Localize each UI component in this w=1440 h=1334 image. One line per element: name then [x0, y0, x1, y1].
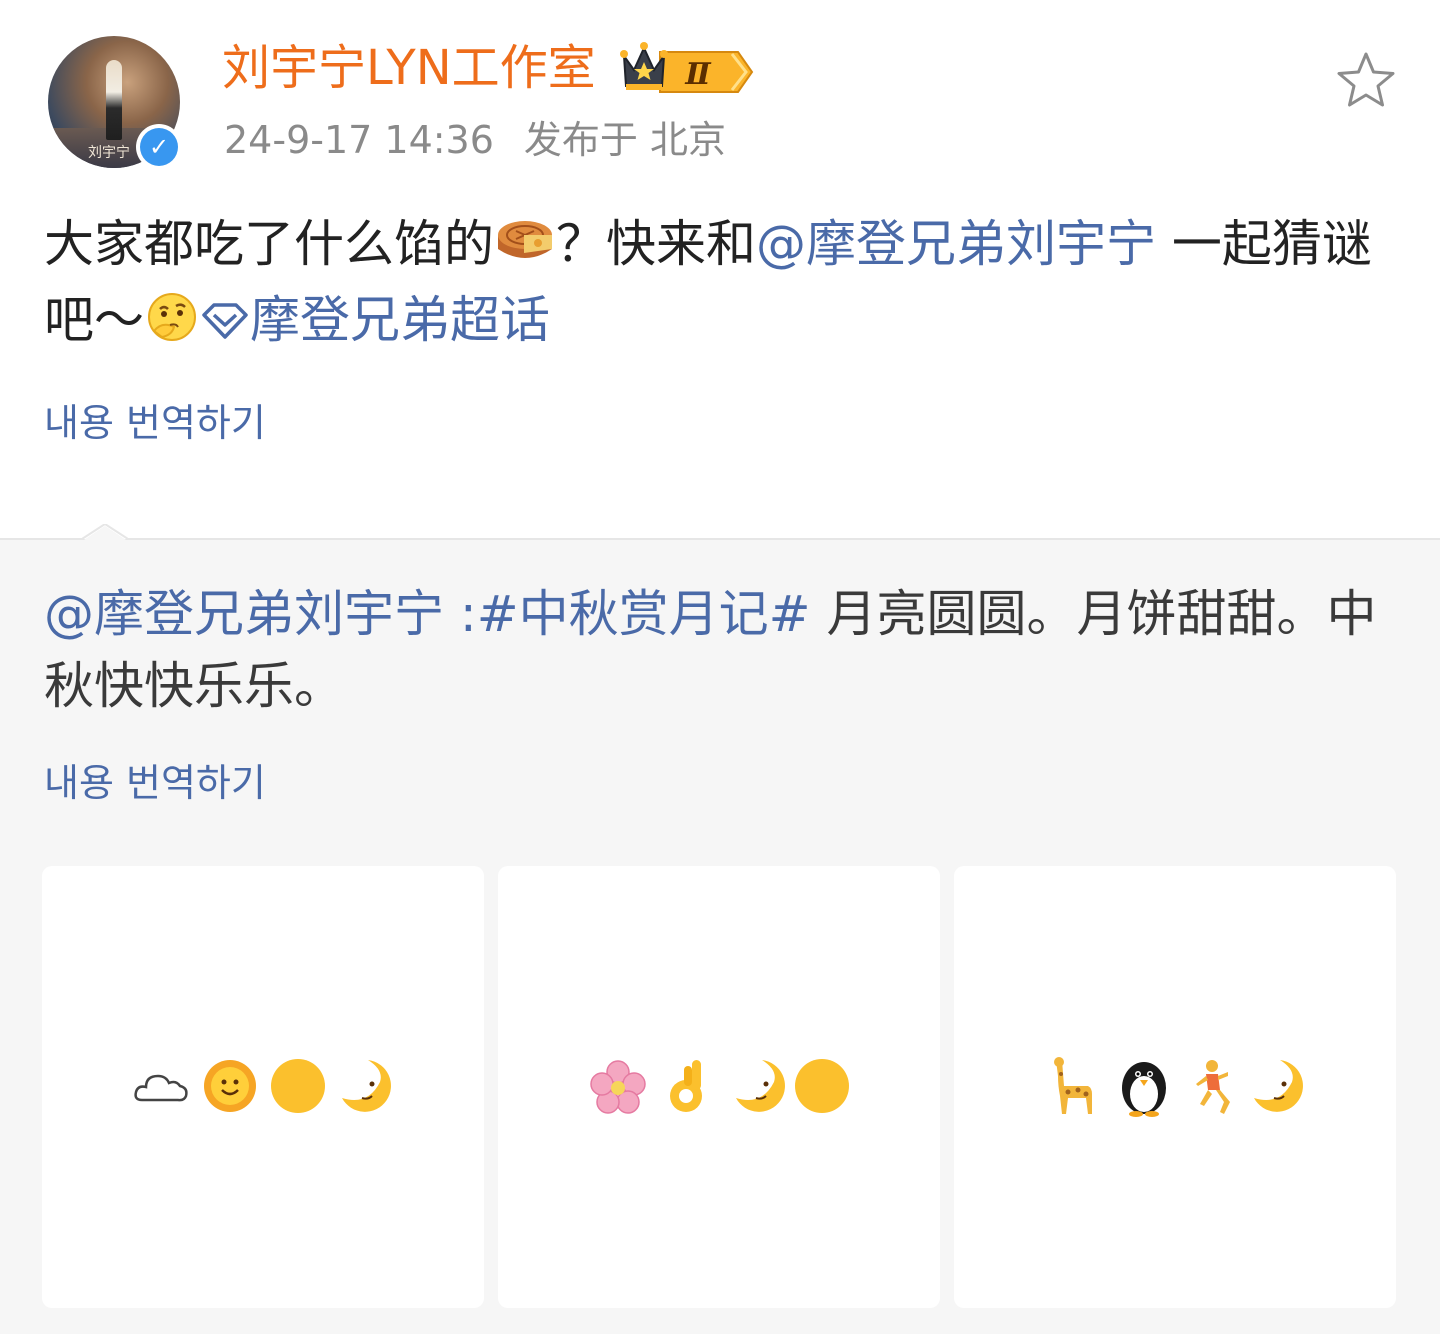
emoji-row-2 [590, 1059, 849, 1114]
image-card-2[interactable] [498, 866, 940, 1308]
username[interactable]: 刘宇宁LYN工作室 [222, 36, 596, 100]
translate-repost-button[interactable]: 내용 번역하기 [44, 758, 266, 808]
repost-text: @摩登兄弟刘宇宁 :#中秋赏月记# 月亮圆圆。月饼甜甜。中秋快快乐乐。 [44, 578, 1404, 722]
runner-icon [1196, 1060, 1230, 1114]
emoji-row-1 [134, 1059, 391, 1113]
thinking-face-icon [148, 293, 196, 341]
hashtag-link[interactable]: #中秋赏月记# [477, 585, 811, 643]
image-grid [42, 866, 1396, 1308]
super-topic-link[interactable]: 摩登兄弟超话 [250, 291, 550, 349]
crown-level-badge-icon[interactable]: Ⅱ [620, 40, 756, 94]
emoji-row-3 [1054, 1057, 1303, 1117]
post-text-1: 大家都吃了什么馅的 [44, 215, 494, 273]
post-text: 大家都吃了什么馅的 ？快来和@摩登兄弟刘宇宁 一起猜谜吧～ 摩登兄弟超话 [44, 206, 1404, 358]
cherry-blossom-icon [590, 1060, 646, 1114]
mooncake-icon [498, 221, 552, 258]
favorite-star-icon[interactable] [1334, 50, 1398, 110]
sun-face-icon [204, 1060, 256, 1112]
post-text-2: ？快来和 [556, 215, 756, 273]
mention-link[interactable]: @摩登兄弟刘宇宁 [756, 215, 1156, 273]
repost-mention-link[interactable]: @摩登兄弟刘宇宁 [44, 585, 444, 643]
repost-notch [82, 524, 128, 550]
post-meta: 24-9-17 14:36 发布于 北京 [224, 112, 726, 168]
timestamp: 24-9-17 14:36 [224, 118, 494, 162]
crescent-moon-face-icon [342, 1060, 391, 1112]
crescent-moon-face-icon [736, 1060, 785, 1112]
penguin-icon [1122, 1062, 1166, 1117]
avatar-figure [106, 60, 122, 140]
full-moon-icon [271, 1059, 325, 1113]
location: 发布于 北京 [523, 118, 726, 162]
giraffe-icon [1054, 1057, 1092, 1114]
image-card-1[interactable] [42, 866, 484, 1308]
weibo-post: 刘宇宁 ✓ 刘宇宁LYN工作室 Ⅱ 24-9-17 14:36 发布于 北京 大家… [0, 0, 1440, 1334]
ok-hand-icon [670, 1060, 702, 1112]
verified-check-icon: ✓ [140, 128, 178, 166]
full-moon-icon [795, 1059, 849, 1113]
translate-post-button[interactable]: 내용 번역하기 [44, 398, 266, 448]
avatar-caption: 刘宇宁 [88, 145, 130, 161]
image-card-3[interactable] [954, 866, 1396, 1308]
crescent-moon-face-icon [1254, 1060, 1303, 1112]
verified-badge-icon: ✓ [136, 124, 182, 170]
badge-level-text: Ⅱ [684, 57, 712, 92]
repost-colon: : [444, 585, 477, 643]
super-topic-diamond-icon [202, 303, 248, 339]
cloud-icon [134, 1074, 188, 1102]
